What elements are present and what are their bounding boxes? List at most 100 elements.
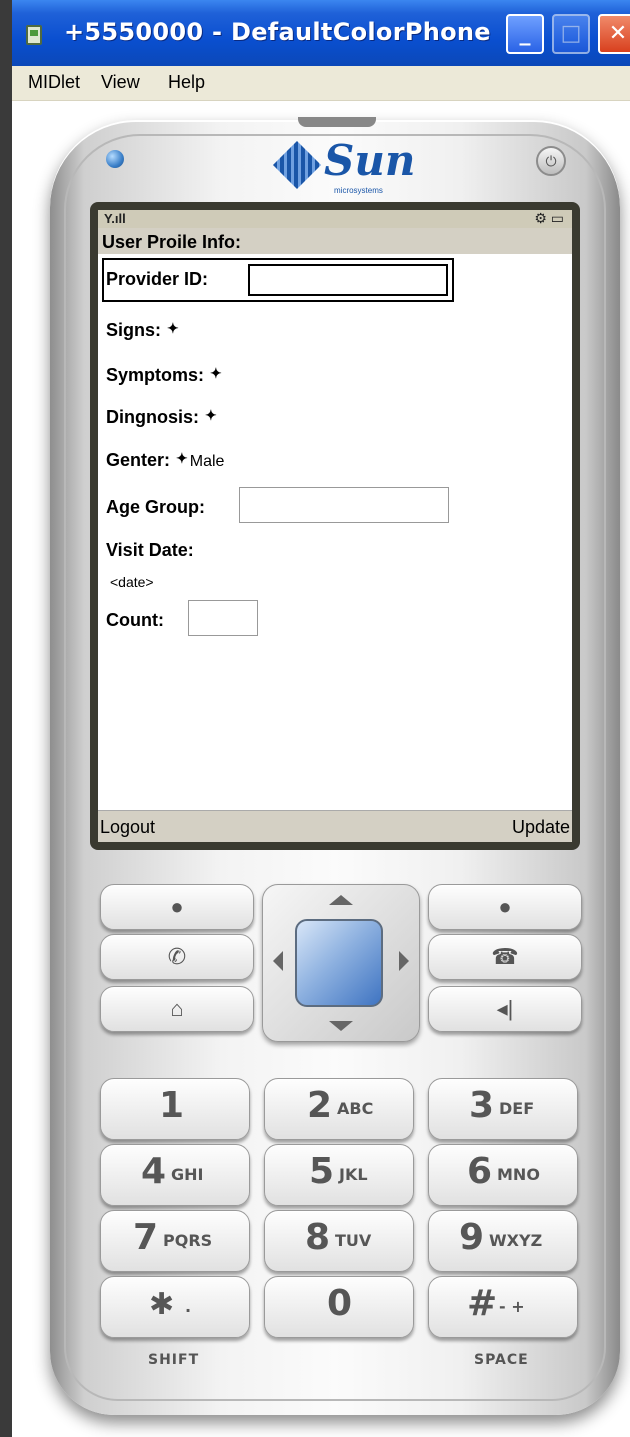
left-soft-button[interactable]: ● [100, 884, 254, 930]
symptoms-choice[interactable]: Symptoms: ✦ [106, 365, 222, 386]
phone-app-icon [26, 25, 42, 45]
key-digit: 7 [133, 1217, 159, 1258]
key-hash[interactable]: # - + [428, 1276, 578, 1338]
count-label: Count: [106, 610, 164, 630]
screen-title-bar: User Proile Info: [98, 228, 572, 254]
left-arrow-icon[interactable] [273, 951, 283, 971]
key-letters: DEF [499, 1099, 535, 1118]
key-digit: 0 [327, 1283, 353, 1324]
dropdown-arrow-icon: ✦ [176, 450, 188, 466]
screen-frame: Y.ıll ⚙ ▭ User Proile Info: Provider ID:… [90, 202, 580, 850]
hang-up-icon: ☎ [491, 944, 519, 969]
back-button[interactable]: ◂| [428, 986, 582, 1032]
key-3[interactable]: 3 DEF [428, 1078, 578, 1140]
key-8[interactable]: 8 TUV [264, 1210, 414, 1272]
key-letters: PQRS [163, 1231, 213, 1250]
diagnosis-label: Dingnosis: [106, 407, 199, 427]
key-star[interactable]: ✱ . [100, 1276, 250, 1338]
sun-diamond-icon [272, 140, 322, 190]
home-button[interactable]: ⌂ [100, 986, 254, 1032]
signal-strength-icon: Y.ıll [104, 211, 126, 226]
key-6[interactable]: 6 MNO [428, 1144, 578, 1206]
title-bar: +5550000 - DefaultColorPhone _ □ ✕ [12, 0, 630, 66]
down-arrow-icon[interactable] [329, 1021, 353, 1031]
symptoms-label: Symptoms: [106, 365, 205, 385]
key-letters: ABC [337, 1099, 374, 1118]
right-arrow-icon[interactable] [399, 951, 409, 971]
key-letters: . [185, 1297, 192, 1316]
select-button[interactable] [295, 919, 383, 1007]
count-input[interactable] [188, 600, 258, 636]
dropdown-arrow-icon: ✦ [167, 320, 179, 336]
minimize-button[interactable]: _ [506, 14, 544, 54]
emulator-window: +5550000 - DefaultColorPhone _ □ ✕ MIDle… [12, 0, 630, 1437]
led-indicator-icon [106, 150, 124, 168]
age-group-label: Age Group: [106, 497, 205, 517]
update-softkey[interactable]: Update [512, 817, 570, 838]
visit-date-label: Visit Date: [106, 540, 194, 560]
key-5[interactable]: 5 JKL [264, 1144, 414, 1206]
visit-date-value[interactable]: <date> [110, 574, 154, 590]
key-letters: MNO [497, 1165, 540, 1184]
key-letters: TUV [335, 1231, 372, 1250]
end-call-button[interactable]: ☎ [428, 934, 582, 980]
key-1[interactable]: 1 [100, 1078, 250, 1140]
brand-subtitle: microsystems [334, 186, 383, 195]
home-icon: ⌂ [170, 996, 184, 1021]
power-button-icon[interactable]: ⏻ [536, 146, 566, 176]
top-notch [298, 117, 376, 127]
key-digit: 8 [305, 1217, 331, 1258]
right-soft-button[interactable]: ● [428, 884, 582, 930]
key-digit: 5 [309, 1151, 335, 1192]
call-button[interactable]: ✆ [100, 934, 254, 980]
key-4[interactable]: 4 GHI [100, 1144, 250, 1206]
navigation-dpad[interactable] [262, 884, 420, 1042]
asterisk-icon: ✱ [149, 1287, 175, 1322]
gender-choice[interactable]: Genter: ✦ Male [106, 450, 224, 471]
key-7[interactable]: 7 PQRS [100, 1210, 250, 1272]
back-icon: ◂| [496, 996, 514, 1021]
dropdown-arrow-icon: ✦ [205, 407, 217, 423]
window-title: +5550000 - DefaultColorPhone [64, 18, 491, 46]
maximize-button[interactable]: □ [552, 14, 590, 54]
softkey-bar: Logout Update [98, 810, 572, 842]
close-button[interactable]: ✕ [598, 14, 630, 54]
phone-body: Sun microsystems ⏻ Y.ıll ⚙ ▭ User Proile… [50, 117, 620, 1415]
provider-id-label: Provider ID: [106, 269, 209, 289]
provider-id-input[interactable] [248, 264, 448, 296]
gender-value: Male [189, 453, 225, 470]
key-digit: 6 [467, 1151, 493, 1192]
signs-label: Signs: [106, 320, 162, 340]
space-label: SPACE [474, 1352, 529, 1368]
diagnosis-choice[interactable]: Dingnosis: ✦ [106, 407, 217, 428]
key-9[interactable]: 9 WXYZ [428, 1210, 578, 1272]
phone-call-icon: ✆ [167, 944, 187, 969]
shift-label: SHIFT [148, 1352, 200, 1368]
menu-bar: MIDlet View Help [12, 66, 630, 101]
menu-view[interactable]: View [101, 72, 140, 93]
menu-help[interactable]: Help [168, 72, 205, 93]
key-letters: GHI [171, 1165, 204, 1184]
status-bar: Y.ıll ⚙ ▭ [98, 210, 572, 228]
key-digit: 9 [459, 1217, 485, 1258]
key-0[interactable]: 0 [264, 1276, 414, 1338]
menu-midlet[interactable]: MIDlet [28, 72, 80, 93]
screen-title: User Proile Info: [102, 232, 242, 252]
phone-screen: Y.ıll ⚙ ▭ User Proile Info: Provider ID:… [98, 210, 572, 842]
key-letters: WXYZ [489, 1231, 543, 1250]
dropdown-arrow-icon: ✦ [210, 365, 222, 381]
key-digit: 2 [307, 1085, 333, 1126]
key-digit: # [467, 1283, 498, 1324]
key-digit: 3 [469, 1085, 495, 1126]
sun-logo: Sun microsystems [272, 136, 415, 202]
age-group-input[interactable] [239, 487, 449, 523]
key-letters: - + [499, 1297, 525, 1316]
logout-softkey[interactable]: Logout [100, 817, 155, 838]
battery-icon: ⚙ ▭ [534, 210, 564, 226]
key-digit: 1 [159, 1085, 185, 1126]
up-arrow-icon[interactable] [329, 895, 353, 905]
gender-label: Genter: [106, 450, 171, 470]
key-2[interactable]: 2 ABC [264, 1078, 414, 1140]
signs-choice[interactable]: Signs: ✦ [106, 320, 179, 341]
key-digit: 4 [141, 1151, 167, 1192]
